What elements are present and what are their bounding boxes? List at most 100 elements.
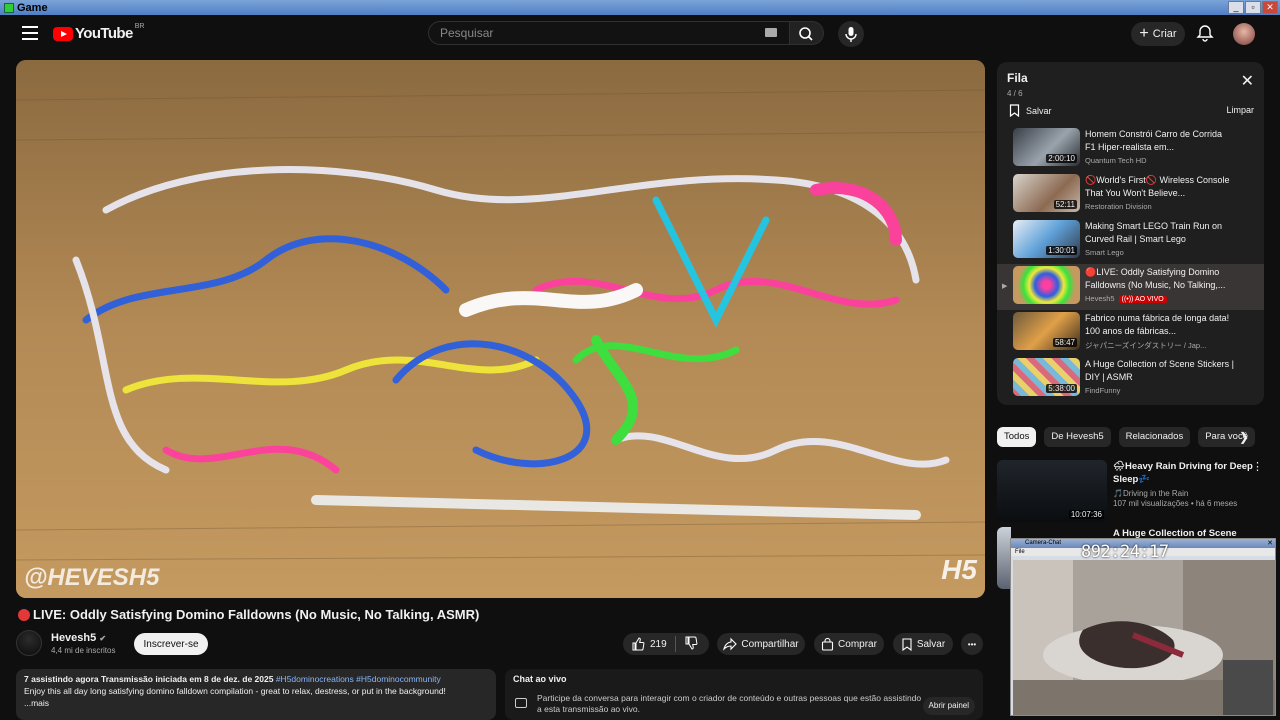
description-box[interactable]: 7 assistindo agora Transmissão iniciada … xyxy=(16,669,496,720)
related-thumbnail[interactable]: 10:07:36 xyxy=(997,460,1107,522)
related-video[interactable]: 10:07:36 🌧Heavy Rain Driving for Deep Sl… xyxy=(997,458,1267,524)
stopwatch-readout: 892:24:17 xyxy=(1081,542,1169,562)
queue-thumbnail[interactable] xyxy=(1013,266,1080,304)
like-count: 219 xyxy=(650,638,667,650)
queue-save-label: Salvar xyxy=(1026,105,1052,116)
maximize-button[interactable]: ▫ xyxy=(1245,1,1261,14)
chevron-right-icon[interactable]: ❯ xyxy=(1239,430,1249,444)
channel-name-text[interactable]: Hevesh5 xyxy=(51,632,96,644)
youtube-play-icon xyxy=(53,26,73,41)
queue-list: 2:00:10 Homem Constrói Carro de Corrida … xyxy=(997,126,1264,402)
close-queue-icon[interactable]: ✕ xyxy=(1241,74,1254,90)
duration-badge: 52:11 xyxy=(1053,200,1077,209)
video-title: LIVE: Oddly Satisfying Domino Falldowns … xyxy=(18,607,479,622)
queue-item-text: 🔴LIVE: Oddly Satisfying Domino Falldowns… xyxy=(1085,266,1235,303)
window-titlebar: Game _ ▫ ✕ xyxy=(0,0,1280,15)
voice-search-button[interactable] xyxy=(838,21,864,47)
queue-item-title[interactable]: Making Smart LEGO Train Run on Curved Ra… xyxy=(1085,220,1235,246)
more-actions-button[interactable]: ••• xyxy=(961,633,983,655)
queue-item-now-playing[interactable]: ▶ 🔴LIVE: Oddly Satisfying Domino Falldow… xyxy=(997,264,1264,310)
queue-save-button[interactable]: Salvar xyxy=(1009,104,1052,117)
now-playing-icon: ▶ xyxy=(1002,283,1008,290)
search-box[interactable] xyxy=(428,21,790,45)
queue-thumbnail[interactable]: 1:30:01 xyxy=(1013,220,1080,258)
save-label: Salvar xyxy=(916,638,946,650)
thumbs-down-icon xyxy=(685,636,698,650)
duration-badge: 10:07:36 xyxy=(1068,510,1104,519)
video-frame xyxy=(16,60,985,598)
minimize-button[interactable]: _ xyxy=(1228,1,1244,14)
close-window-button[interactable]: ✕ xyxy=(1262,1,1278,14)
hashtags[interactable]: #H5dominocreations #H5dominocommunity xyxy=(276,674,441,684)
queue-item-channel: FindFunny xyxy=(1085,386,1121,395)
keyboard-icon[interactable] xyxy=(765,28,777,37)
queue-item-text: Fabrico numa fábrica de longa data! 100 … xyxy=(1085,312,1235,351)
queue-item[interactable]: 1:30:01 Making Smart LEGO Train Run on C… xyxy=(997,218,1264,264)
live-chat-title: Chat ao vivo xyxy=(513,674,567,684)
webcam-close-icon[interactable]: ✕ xyxy=(1267,539,1273,548)
bell-icon xyxy=(1196,25,1214,42)
queue-thumbnail[interactable]: 58:47 xyxy=(1013,312,1080,350)
related-meta: 107 mil visualizações • há 6 meses xyxy=(1113,499,1238,508)
like-dislike-group: 219 xyxy=(623,633,709,655)
queue-item-channel: Restoration Division xyxy=(1085,202,1152,211)
subscriber-count: 4,4 mi de inscritos xyxy=(51,646,116,655)
show-more-link[interactable]: ...mais xyxy=(24,697,488,709)
buy-button[interactable]: Comprar xyxy=(814,633,884,655)
share-button[interactable]: Compartilhar xyxy=(717,633,805,655)
queue-item-title[interactable]: Homem Constrói Carro de Corrida F1 Hiper… xyxy=(1085,128,1235,154)
queue-thumbnail[interactable]: 52:11 xyxy=(1013,174,1080,212)
notifications-button[interactable] xyxy=(1196,24,1214,42)
queue-item-title[interactable]: 🔴LIVE: Oddly Satisfying Domino Falldowns… xyxy=(1085,266,1235,292)
queue-item-title[interactable]: A Huge Collection of Scene Stickers | DI… xyxy=(1085,358,1235,384)
queue-item[interactable]: 2:00:10 Homem Constrói Carro de Corrida … xyxy=(997,126,1264,172)
user-avatar[interactable] xyxy=(1233,23,1255,45)
chip-from-channel[interactable]: De Hevesh5 xyxy=(1044,427,1111,447)
video-player[interactable]: @HEVESH5 H5 xyxy=(16,60,985,598)
duration-badge: 58:47 xyxy=(1052,338,1077,347)
queue-item-channel: Hevesh5 xyxy=(1085,294,1115,303)
create-label: Criar xyxy=(1152,28,1177,40)
related-title[interactable]: 🌧Heavy Rain Driving for Deep Sleep💤 xyxy=(1113,460,1253,486)
queue-item[interactable]: 52:11 🚫World's First🚫 Wireless Console T… xyxy=(997,172,1264,218)
menu-icon[interactable] xyxy=(22,26,38,40)
microphone-icon xyxy=(845,27,857,42)
more-vert-icon[interactable]: ⋮ xyxy=(1252,460,1263,473)
masthead: YouTube BR + Criar xyxy=(0,15,1280,55)
subscribe-button[interactable]: Inscrever-se xyxy=(134,633,208,655)
save-button[interactable]: Salvar xyxy=(893,633,953,655)
queue-thumbnail[interactable]: 2:00:10 xyxy=(1013,128,1080,166)
queue-item-title[interactable]: 🚫World's First🚫 Wireless Console That Yo… xyxy=(1085,174,1235,200)
queue-item[interactable]: 5:38:00 A Huge Collection of Scene Stick… xyxy=(997,356,1264,402)
like-button[interactable]: 219 xyxy=(631,637,667,651)
search-button[interactable] xyxy=(790,21,824,45)
create-button[interactable]: + Criar xyxy=(1131,22,1185,46)
search-input[interactable] xyxy=(440,26,740,40)
queue-item-text: Homem Constrói Carro de Corrida F1 Hiper… xyxy=(1085,128,1235,165)
live-badge: ((•)) AO VIVO xyxy=(1118,296,1167,303)
related-channel: 🎵Driving in the Rain xyxy=(1113,489,1189,498)
queue-item-title[interactable]: Fabrico numa fábrica de longa data! 100 … xyxy=(1085,312,1235,338)
live-chat-panel: Chat ao vivo Participe da conversa para … xyxy=(505,669,983,720)
webcam-image xyxy=(1013,560,1275,715)
webcam-title: Camera-Chat xyxy=(1025,540,1062,546)
queue-thumbnail[interactable]: 5:38:00 xyxy=(1013,358,1080,396)
youtube-logo[interactable]: YouTube BR xyxy=(53,23,144,42)
related-thumbnail-partial[interactable] xyxy=(997,527,1011,589)
app-icon xyxy=(4,2,14,13)
channel-name[interactable]: Hevesh5 ✔ xyxy=(51,632,106,644)
chip-all[interactable]: Todos xyxy=(997,427,1037,447)
dislike-button[interactable] xyxy=(684,636,698,653)
queue-item-meta: Hevesh5 ((•)) AO VIVO xyxy=(1085,294,1235,303)
webcam-window[interactable]: Camera-Chat ✕ File 892:24:17 xyxy=(1010,538,1276,716)
queue-item[interactable]: 58:47 Fabrico numa fábrica de longa data… xyxy=(997,310,1264,356)
webcam-feed xyxy=(1013,560,1275,715)
filter-chips: Todos De Hevesh5 Relacionados Para você xyxy=(997,427,1262,447)
chip-related[interactable]: Relacionados xyxy=(1118,427,1191,447)
queue-clear-button[interactable]: Limpar xyxy=(1226,105,1254,115)
open-panel-button[interactable]: Abrir painel xyxy=(922,697,975,715)
live-dot-icon xyxy=(18,608,30,621)
channel-avatar[interactable] xyxy=(16,630,42,656)
window-title: Game xyxy=(17,1,48,14)
video-title-text: LIVE: Oddly Satisfying Domino Falldowns … xyxy=(33,607,480,622)
